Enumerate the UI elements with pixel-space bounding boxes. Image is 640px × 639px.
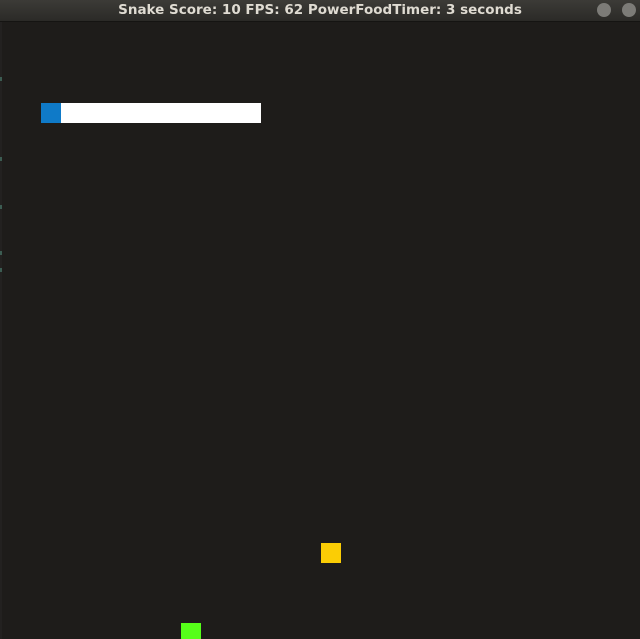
game-canvas[interactable] [0,22,640,639]
edge-marker [0,205,2,209]
canvas-left-edge [0,22,2,639]
window-title: Snake Score: 10 FPS: 62 PowerFoodTimer: … [118,2,522,18]
minimize-button[interactable] [597,3,611,17]
edge-marker [0,251,2,255]
edge-marker [0,157,2,161]
game-window: Snake Score: 10 FPS: 62 PowerFoodTimer: … [0,0,640,639]
close-button[interactable] [622,3,636,17]
title-bar[interactable]: Snake Score: 10 FPS: 62 PowerFoodTimer: … [0,0,640,22]
edge-marker [0,77,2,81]
snake-body [61,103,261,123]
power-food-pellet [181,623,201,639]
food-pellet [321,543,341,563]
snake-head [41,103,61,123]
edge-marker [0,268,2,272]
